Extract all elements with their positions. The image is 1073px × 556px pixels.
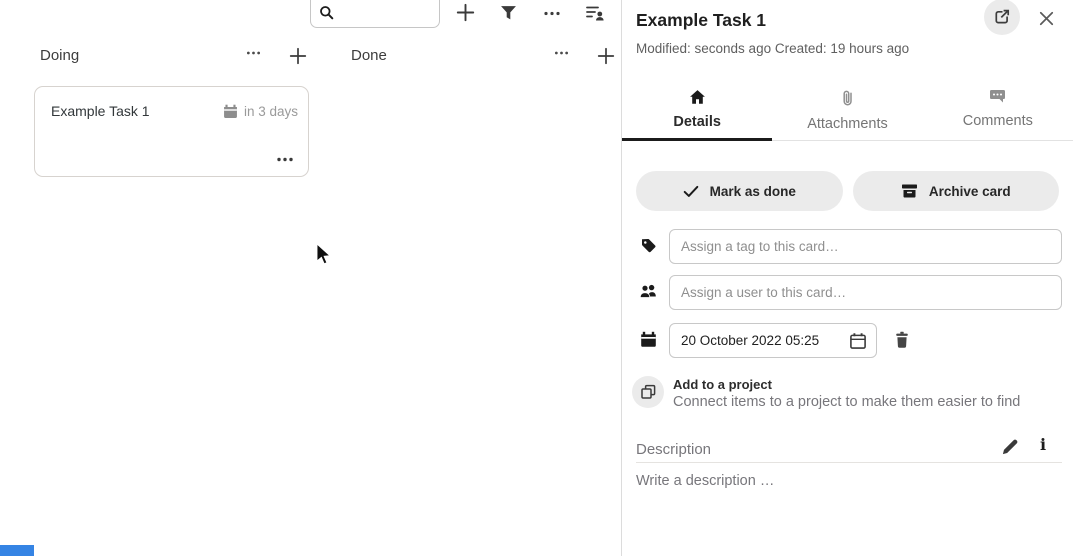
close-icon — [1038, 10, 1056, 27]
done-add-card-button[interactable] — [597, 47, 615, 65]
filter-button[interactable] — [500, 5, 517, 21]
tab-details-label: Details — [673, 114, 721, 130]
filter-icon — [500, 5, 517, 21]
panel-title: Example Task 1 — [636, 10, 766, 31]
bottom-left-accent-bar — [0, 545, 34, 556]
home-icon — [689, 89, 706, 105]
card-menu-button[interactable] — [276, 156, 294, 163]
due-date-field[interactable]: 20 October 2022 05:25 — [669, 323, 877, 358]
mark-as-done-button[interactable]: Mark as done — [636, 171, 843, 211]
tab-comments-label: Comments — [963, 113, 1033, 129]
tab-attachments-label: Attachments — [807, 116, 888, 132]
add-icon — [289, 47, 307, 65]
open-calendar-button[interactable] — [849, 332, 867, 350]
search-input[interactable] — [339, 0, 435, 24]
comment-icon — [989, 89, 1006, 104]
pencil-icon — [1001, 438, 1019, 456]
calendar-icon — [223, 104, 238, 119]
action-buttons: Mark as done Archive card — [636, 171, 1059, 211]
panel-meta: Modified: seconds ago Created: 19 hours … — [636, 41, 909, 56]
archive-icon — [901, 183, 918, 199]
popout-icon — [993, 8, 1011, 26]
mouse-cursor — [316, 243, 333, 267]
open-in-window-button[interactable] — [984, 0, 1020, 35]
check-icon — [683, 185, 699, 198]
edit-description-button[interactable] — [1001, 438, 1019, 456]
column-title-done: Done — [351, 47, 387, 64]
description-label: Description — [636, 441, 711, 458]
sort-tasks-button[interactable] — [585, 4, 605, 22]
column-title-doing: Doing — [40, 47, 79, 64]
search-input-wrapper — [310, 0, 440, 28]
trash-icon — [894, 331, 910, 349]
users-icon — [639, 283, 658, 299]
task-card-due: in 3 days — [223, 104, 298, 119]
info-icon[interactable]: i — [1040, 435, 1046, 454]
add-card-toolbar-button[interactable] — [456, 3, 475, 22]
close-panel-button[interactable] — [1038, 9, 1056, 27]
task-card[interactable]: Example Task 1 in 3 days — [34, 86, 309, 177]
description-placeholder[interactable]: Write a description … — [636, 473, 774, 489]
due-date-value: 20 October 2022 05:25 — [681, 333, 849, 348]
task-card-title: Example Task 1 — [51, 103, 150, 119]
description-separator — [636, 462, 1062, 463]
menu-dots-icon — [245, 50, 262, 56]
archive-card-button[interactable]: Archive card — [853, 171, 1060, 211]
archive-card-label: Archive card — [929, 184, 1011, 199]
mark-as-done-label: Mark as done — [710, 184, 796, 199]
tag-icon — [640, 237, 657, 254]
sort-tasks-icon — [585, 4, 605, 22]
add-to-project-title: Add to a project — [673, 377, 772, 392]
calendar-icon — [640, 331, 657, 348]
done-column-menu-button[interactable] — [553, 50, 570, 56]
add-icon — [597, 47, 615, 65]
kanban-board: Doing Done Example Task 1 in 3 days — [0, 0, 622, 556]
search-icon — [319, 5, 334, 20]
doing-add-card-button[interactable] — [289, 47, 307, 65]
project-windows-icon — [632, 376, 664, 408]
tab-comments[interactable]: Comments — [923, 80, 1073, 140]
calendar-outline-icon — [849, 332, 867, 350]
menu-dots-icon — [553, 50, 570, 56]
add-to-project-subtitle: Connect items to a project to make them … — [673, 394, 1020, 410]
task-details-panel: Example Task 1 Modified: seconds ago Cre… — [622, 0, 1073, 556]
add-to-project-row[interactable]: Add to a project Connect items to a proj… — [622, 376, 1073, 410]
remove-due-date-button[interactable] — [894, 331, 910, 349]
add-icon — [456, 3, 475, 22]
panel-tabs: Details Attachments Comments — [622, 80, 1073, 141]
paperclip-icon — [841, 89, 853, 107]
assign-tag-input[interactable] — [669, 229, 1062, 264]
active-tab-underline — [622, 138, 772, 141]
tab-details[interactable]: Details — [622, 80, 772, 140]
task-card-due-label: in 3 days — [244, 104, 298, 119]
menu-dots-icon — [276, 156, 294, 163]
board-menu-button[interactable] — [543, 10, 561, 17]
tab-attachments[interactable]: Attachments — [772, 80, 922, 140]
doing-column-menu-button[interactable] — [245, 50, 262, 56]
assign-user-input[interactable] — [669, 275, 1062, 310]
menu-dots-icon — [543, 10, 561, 17]
